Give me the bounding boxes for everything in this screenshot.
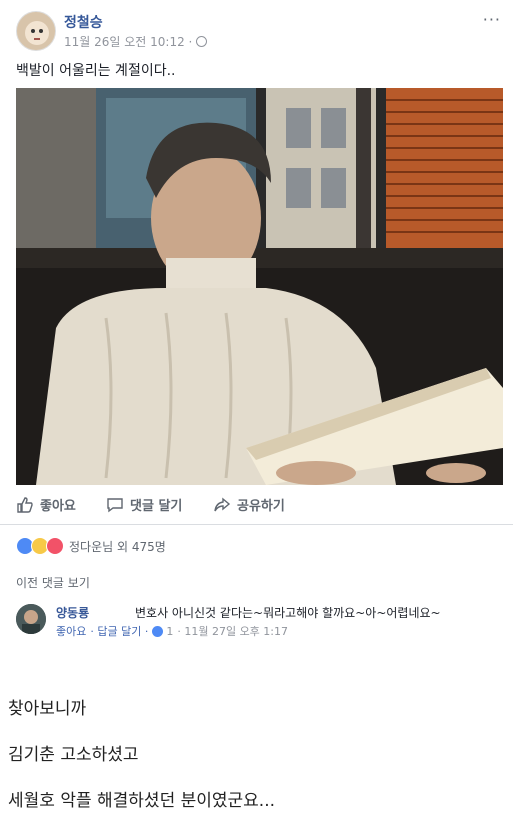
post-author-name[interactable]: 정철승: [64, 12, 103, 32]
caption-line-2: 김기춘 고소하셨고: [8, 745, 139, 765]
caption-line-1: 찾아보니까: [8, 699, 87, 719]
caption-line-3: 세월호 악플 해결하셨던 분이였군요...: [8, 791, 276, 811]
comment-label: 댓글 달기: [130, 499, 183, 514]
post-time-text[interactable]: 11월 26일 오전 10:12 ·: [64, 35, 192, 49]
comment-reply-link[interactable]: · 답글 달기 ·: [90, 623, 148, 639]
share-label: 공유하기: [237, 499, 285, 514]
more-options-button[interactable]: ···: [483, 10, 501, 29]
globe-icon: [196, 36, 208, 47]
author-avatar[interactable]: [16, 11, 56, 51]
facebook-post-card: 정철승 11월 26일 오전 10:12 · ··· 백발이 어울리는 계절이다…: [0, 0, 513, 640]
comment-like-link[interactable]: 좋아요: [56, 623, 86, 639]
share-icon: [214, 497, 231, 511]
comment-author[interactable]: 양동룡: [56, 604, 89, 621]
love-reaction-icon: [46, 537, 64, 555]
reaction-summary[interactable]: 정다운님 외 475명: [16, 536, 166, 556]
comment-icon: [107, 497, 123, 512]
reaction-count-text[interactable]: 정다운님 외 475명: [69, 538, 166, 555]
share-button[interactable]: 공유하기: [213, 495, 285, 514]
post-status-text: 백발이 어울리는 계절이다..: [16, 63, 176, 79]
comment-time[interactable]: · 11월 27일 오후 1:17: [177, 623, 288, 639]
commenter-avatar[interactable]: [16, 604, 46, 634]
post-photo[interactable]: [16, 88, 503, 485]
comment-meta: 좋아요 · 답글 달기 · 1 · 11월 27일 오후 1:17: [56, 623, 288, 639]
post-header: 정철승 11월 26일 오전 10:12 · ···: [0, 0, 513, 56]
like-reaction-icon: [152, 625, 164, 637]
post-timestamp[interactable]: 11월 26일 오전 10:12 ·: [64, 33, 208, 50]
view-previous-comments-link[interactable]: 이전 댓글 보기: [16, 574, 90, 591]
comment-text: 변호사 아니신것 같다는~뭐라고해야 할까요~아~어렵네요~: [135, 606, 441, 620]
thumbs-up-icon: [17, 496, 33, 513]
like-button[interactable]: 좋아요: [16, 495, 76, 514]
comment-button[interactable]: 댓글 달기: [106, 495, 182, 514]
like-label: 좋아요: [40, 499, 76, 514]
comment-like-count: 1: [166, 624, 174, 638]
post-action-bar: 좋아요 댓글 달기 공유하기: [0, 486, 513, 525]
